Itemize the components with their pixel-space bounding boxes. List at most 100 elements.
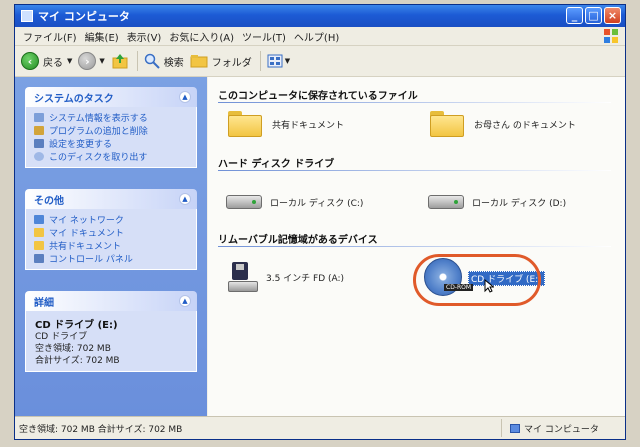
details-header[interactable]: 詳細 ▲ bbox=[25, 291, 197, 311]
window-title: マイ コンピュータ bbox=[38, 10, 130, 23]
task-change-setting[interactable]: 設定を変更する bbox=[34, 137, 190, 150]
task-add-remove-programs[interactable]: プログラムの追加と削除 bbox=[34, 124, 190, 137]
place-label: コントロール パネル bbox=[49, 255, 133, 265]
status-location: マイ コンピュータ bbox=[501, 419, 625, 437]
title-bar[interactable]: マイ コンピュータ _ □ × bbox=[15, 5, 625, 27]
local-disk-c[interactable]: ローカル ディスク (C:) bbox=[226, 195, 363, 209]
computer-icon bbox=[510, 423, 520, 433]
folders-button[interactable]: フォルダ bbox=[190, 54, 252, 69]
my-computer-window: マイ コンピュータ _ □ × ファイル(F) 編集(E) 表示(V) お気に入… bbox=[14, 4, 626, 440]
system-info-icon bbox=[34, 113, 44, 122]
details-panel: 詳細 ▲ CD ドライブ (E:) CD ドライブ 空き領域: 702 MB 合… bbox=[25, 291, 197, 372]
folders-icon bbox=[190, 55, 208, 68]
floppy-drive-a[interactable]: 3.5 インチ FD (A:) bbox=[228, 262, 344, 292]
item-label: お母さん のドキュメント bbox=[474, 120, 576, 131]
up-folder-button[interactable] bbox=[111, 52, 129, 70]
hard-drive-icon bbox=[428, 195, 464, 209]
hard-drives-group-header: ハード ディスク ドライブ bbox=[218, 159, 335, 170]
detail-name: CD ドライブ (E:) bbox=[35, 320, 118, 331]
task-label: このディスクを取り出す bbox=[49, 153, 148, 163]
content-pane: このコンピュータに保存されているファイル 共有ドキュメント お母さん のドキュメ… bbox=[208, 77, 625, 417]
search-label: 検索 bbox=[163, 57, 184, 69]
floppy-drive-icon bbox=[228, 262, 258, 292]
task-eject-disc[interactable]: このディスクを取り出す bbox=[34, 150, 190, 163]
system-tasks-panel: システムのタスク ▲ システム情報を表示する プログラムの追加と削除 設定を変更… bbox=[25, 87, 197, 168]
menu-favorites[interactable]: お気に入り(A) bbox=[169, 29, 234, 44]
mothers-documents-folder[interactable]: お母さん のドキュメント bbox=[430, 111, 576, 137]
toolbar: ‹ 戻る ▼ › ▼ 検索 フォルダ ▼ bbox=[15, 46, 625, 77]
place-my-network[interactable]: マイ ネットワーク bbox=[34, 213, 190, 226]
eject-disc-icon bbox=[34, 152, 44, 161]
local-disk-d[interactable]: ローカル ディスク (D:) bbox=[428, 195, 566, 209]
dropdown-arrow-icon: ▼ bbox=[67, 57, 73, 65]
detail-total-size: 合計サイズ: 702 MB bbox=[35, 356, 120, 366]
mouse-cursor-icon bbox=[484, 279, 494, 293]
system-tasks-list: システム情報を表示する プログラムの追加と削除 設定を変更する このディスクを取… bbox=[25, 107, 197, 168]
hard-drive-icon bbox=[226, 195, 262, 209]
menu-file[interactable]: ファイル(F) bbox=[23, 29, 77, 44]
menu-view[interactable]: 表示(V) bbox=[127, 29, 162, 44]
other-places-header[interactable]: その他 ▲ bbox=[25, 189, 197, 209]
menu-tools[interactable]: ツール(T) bbox=[242, 29, 286, 44]
maximize-button[interactable]: □ bbox=[585, 7, 602, 24]
shared-documents-folder[interactable]: 共有ドキュメント bbox=[228, 111, 344, 137]
place-my-documents[interactable]: マイ ドキュメント bbox=[34, 226, 190, 239]
views-button[interactable]: ▼ bbox=[267, 54, 290, 68]
task-label: システム情報を表示する bbox=[49, 114, 148, 124]
views-icon bbox=[267, 54, 283, 68]
place-label: 共有ドキュメント bbox=[49, 242, 122, 252]
folder-icon bbox=[228, 111, 262, 137]
place-label: マイ ネットワーク bbox=[49, 216, 124, 226]
detail-free-space: 空き領域: 702 MB bbox=[35, 344, 111, 354]
programs-icon bbox=[34, 126, 44, 135]
search-button[interactable]: 検索 bbox=[144, 53, 184, 69]
up-folder-icon bbox=[112, 54, 128, 69]
status-bar: 空き領域: 702 MB 合計サイズ: 702 MB マイ コンピュータ bbox=[15, 416, 625, 439]
documents-folder-icon bbox=[34, 228, 44, 237]
task-pane: システムのタスク ▲ システム情報を表示する プログラムの追加と削除 設定を変更… bbox=[15, 77, 207, 417]
other-places-title: その他 bbox=[34, 195, 64, 207]
dropdown-arrow-icon: ▼ bbox=[99, 57, 105, 65]
task-label: 設定を変更する bbox=[49, 140, 113, 150]
place-label: マイ ドキュメント bbox=[49, 229, 124, 239]
forward-button[interactable]: › ▼ bbox=[78, 52, 105, 70]
collapse-chevron-icon[interactable]: ▲ bbox=[179, 193, 191, 205]
control-panel-icon bbox=[34, 254, 44, 263]
windows-logo-icon bbox=[604, 29, 618, 43]
task-label: プログラムの追加と削除 bbox=[49, 127, 148, 137]
back-button[interactable]: ‹ 戻る ▼ bbox=[21, 52, 72, 70]
minimize-button[interactable]: _ bbox=[566, 7, 583, 24]
place-control-panel[interactable]: コントロール パネル bbox=[34, 252, 190, 265]
collapse-chevron-icon[interactable]: ▲ bbox=[179, 295, 191, 307]
details-body: CD ドライブ (E:) CD ドライブ 空き領域: 702 MB 合計サイズ:… bbox=[25, 311, 197, 372]
back-arrow-icon: ‹ bbox=[21, 52, 39, 70]
other-places-list: マイ ネットワーク マイ ドキュメント 共有ドキュメント コントロール パネル bbox=[25, 209, 197, 270]
task-view-system-info[interactable]: システム情報を表示する bbox=[34, 111, 190, 124]
place-shared-documents[interactable]: 共有ドキュメント bbox=[34, 239, 190, 252]
status-location-label: マイ コンピュータ bbox=[524, 424, 599, 435]
collapse-chevron-icon[interactable]: ▲ bbox=[179, 91, 191, 103]
dropdown-arrow-icon: ▼ bbox=[284, 57, 291, 65]
toolbar-separator bbox=[259, 51, 261, 71]
folders-label: フォルダ bbox=[211, 57, 252, 69]
group-divider bbox=[218, 170, 611, 171]
item-label: 共有ドキュメント bbox=[272, 120, 345, 131]
item-label: ローカル ディスク (C:) bbox=[270, 198, 364, 209]
control-panel-icon bbox=[34, 139, 44, 148]
window-controls: _ □ × bbox=[566, 7, 621, 24]
files-group-header: このコンピュータに保存されているファイル bbox=[218, 91, 418, 102]
search-icon bbox=[144, 53, 160, 69]
shared-folder-icon bbox=[34, 241, 44, 250]
close-button[interactable]: × bbox=[604, 7, 621, 24]
highlight-circle bbox=[413, 254, 541, 306]
menu-edit[interactable]: 編集(E) bbox=[85, 29, 119, 44]
status-text: 空き領域: 702 MB 合計サイズ: 702 MB bbox=[19, 424, 183, 435]
menu-bar: ファイル(F) 編集(E) 表示(V) お気に入り(A) ツール(T) ヘルプ(… bbox=[15, 27, 625, 46]
menu-help[interactable]: ヘルプ(H) bbox=[294, 29, 339, 44]
item-label: ローカル ディスク (D:) bbox=[472, 198, 567, 209]
folder-icon bbox=[430, 111, 464, 137]
group-divider bbox=[218, 246, 611, 247]
system-tasks-header[interactable]: システムのタスク ▲ bbox=[25, 87, 197, 107]
group-divider bbox=[218, 102, 611, 103]
details-title: 詳細 bbox=[34, 297, 54, 309]
